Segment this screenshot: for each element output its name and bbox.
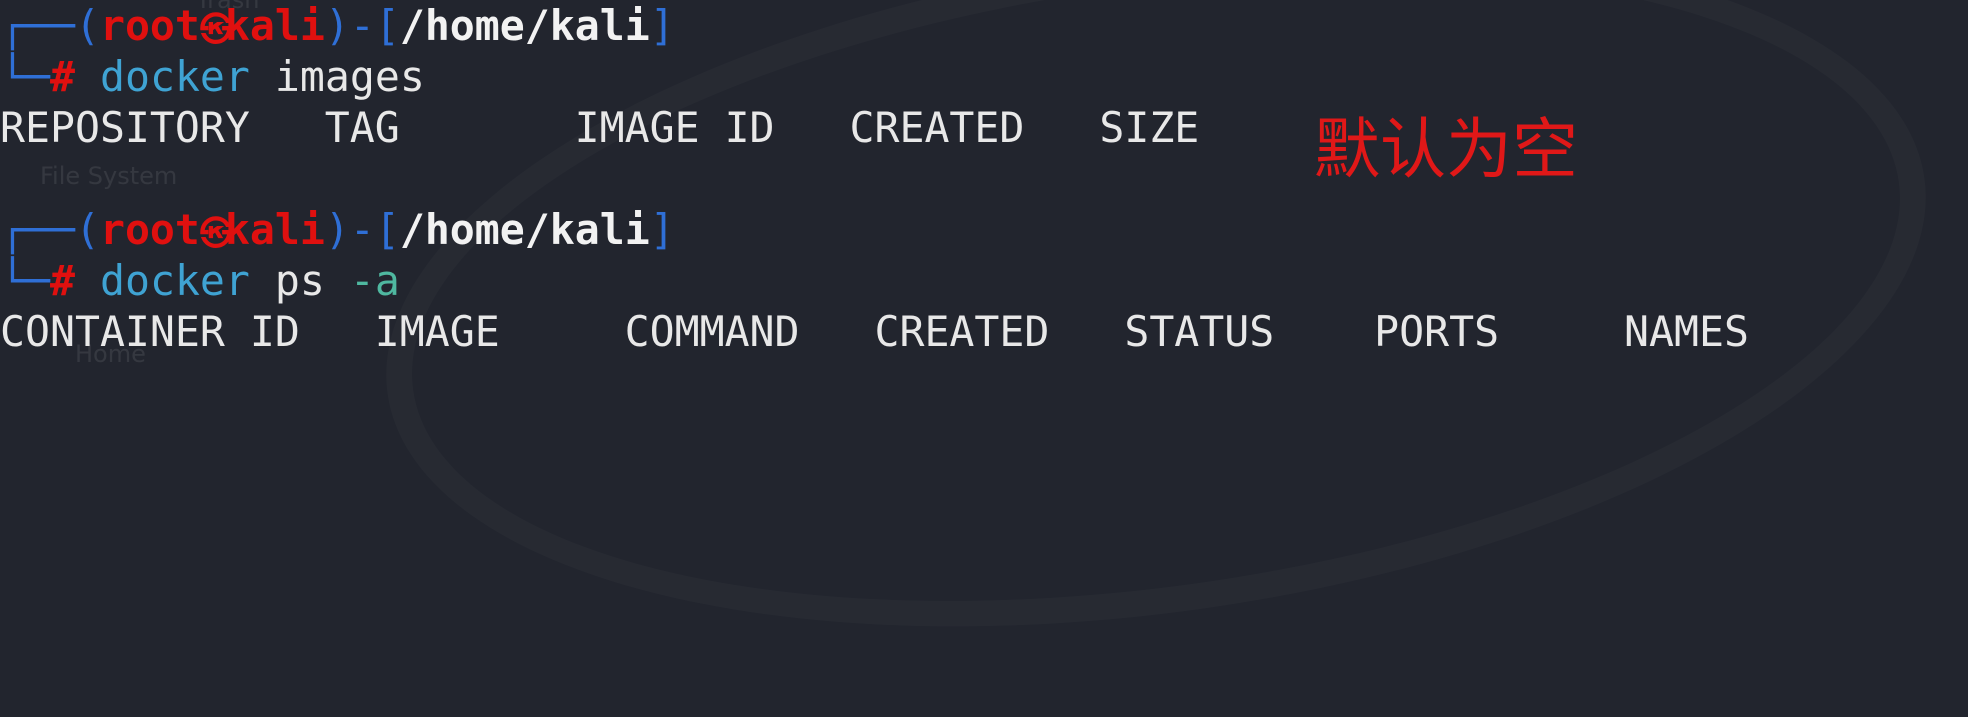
- prompt-symbol: #: [49, 256, 75, 305]
- kali-symbol-icon: ㉿: [199, 10, 232, 48]
- command-flag: -a: [349, 256, 400, 305]
- prompt-cwd: /home/kali: [399, 205, 650, 254]
- command-program: docker: [99, 256, 250, 305]
- prompt-line: ┌──(root㉿kali)-[/home/kali]: [0, 0, 1749, 51]
- command-output: CONTAINER ID IMAGE COMMAND CREATED STATU…: [0, 307, 1749, 356]
- kali-symbol-icon: ㉿: [199, 214, 232, 252]
- command-line: └─# docker images: [0, 52, 425, 101]
- prompt-cwd: /home/kali: [399, 1, 650, 50]
- annotation-text: 默认为空: [1314, 111, 1578, 188]
- prompt-line: ┌──(root㉿kali)-[/home/kali]: [0, 204, 1749, 255]
- prompt-user: root: [99, 205, 200, 254]
- prompt-host: kali: [224, 1, 325, 50]
- command-program: docker: [99, 52, 250, 101]
- command-args: ps: [274, 256, 325, 305]
- prompt-host: kali: [224, 205, 325, 254]
- prompt-user: root: [99, 1, 200, 50]
- prompt-symbol: #: [49, 52, 75, 101]
- command-args: images: [274, 52, 425, 101]
- command-line: └─# docker ps -a: [0, 256, 400, 305]
